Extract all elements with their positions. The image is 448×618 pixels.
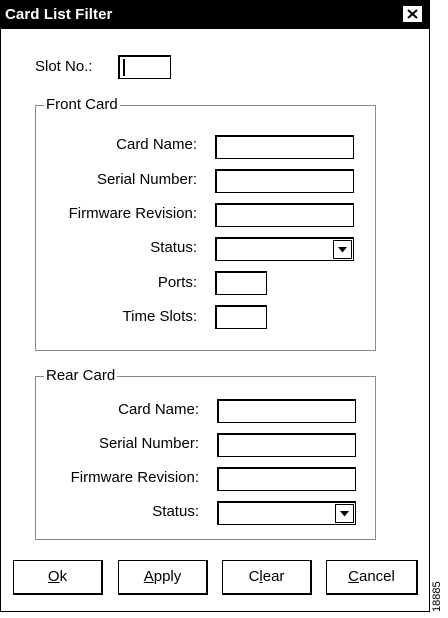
- rear-card-name-input[interactable]: [217, 399, 356, 423]
- front-card-name-label: Card Name:: [116, 136, 197, 153]
- rear-serial-number-label: Serial Number:: [98, 435, 199, 452]
- slot-no-input[interactable]: [118, 55, 171, 79]
- rear-firmware-revision-label: Firmware Revision:: [70, 469, 199, 486]
- front-card-name-input[interactable]: [215, 135, 354, 159]
- dropdown-arrow-icon: [338, 246, 347, 252]
- ok-button[interactable]: Ok: [13, 560, 103, 595]
- rear-status-dropdown-button[interactable]: [335, 504, 354, 523]
- title-bar: Card List Filter: [1, 1, 429, 29]
- dropdown-arrow-icon: [340, 510, 349, 516]
- cancel-button-label: ancel: [358, 568, 395, 585]
- front-ports-label: Ports:: [157, 274, 197, 291]
- window-title: Card List Filter: [5, 6, 113, 23]
- rear-firmware-revision-input[interactable]: [217, 467, 356, 491]
- front-status-label: Status:: [150, 239, 197, 256]
- front-status-dropdown-button[interactable]: [333, 240, 352, 259]
- apply-button-mnemonic: A: [143, 568, 154, 585]
- text-caret: [123, 59, 125, 76]
- front-time-slots-input[interactable]: [215, 305, 267, 329]
- rear-card-name-label: Card Name:: [118, 401, 199, 418]
- apply-button[interactable]: Apply: [118, 560, 208, 595]
- rear-status-label: Status:: [152, 503, 199, 520]
- rear-serial-number-input[interactable]: [217, 433, 356, 457]
- front-firmware-revision-label: Firmware Revision:: [68, 205, 197, 222]
- ok-button-mnemonic: O: [47, 568, 60, 585]
- close-x-icon: [407, 9, 418, 19]
- rear-status-select[interactable]: [217, 501, 356, 525]
- front-firmware-revision-input[interactable]: [215, 203, 354, 227]
- front-card-group-label: Front Card: [44, 96, 120, 114]
- clear-button-label-start: C: [248, 568, 260, 585]
- cancel-button-mnemonic: C: [348, 568, 359, 585]
- front-serial-number-input[interactable]: [215, 169, 354, 193]
- card-list-filter-dialog: Card List Filter Slot No.: Front Card Ca…: [0, 0, 430, 612]
- front-ports-input[interactable]: [215, 271, 267, 295]
- front-status-select[interactable]: [215, 237, 354, 261]
- figure-id: 18885: [431, 581, 443, 612]
- clear-button-label: ear: [262, 568, 285, 585]
- close-button[interactable]: [403, 6, 422, 22]
- apply-button-label: pply: [153, 568, 182, 585]
- clear-button[interactable]: Clear: [222, 560, 312, 595]
- cancel-button[interactable]: Cancel: [326, 560, 418, 595]
- slot-no-label: Slot No.:: [35, 58, 93, 75]
- rear-card-group-label: Rear Card: [44, 367, 118, 385]
- front-serial-number-label: Serial Number:: [96, 171, 197, 188]
- front-time-slots-label: Time Slots:: [122, 308, 197, 325]
- ok-button-label: k: [59, 568, 68, 585]
